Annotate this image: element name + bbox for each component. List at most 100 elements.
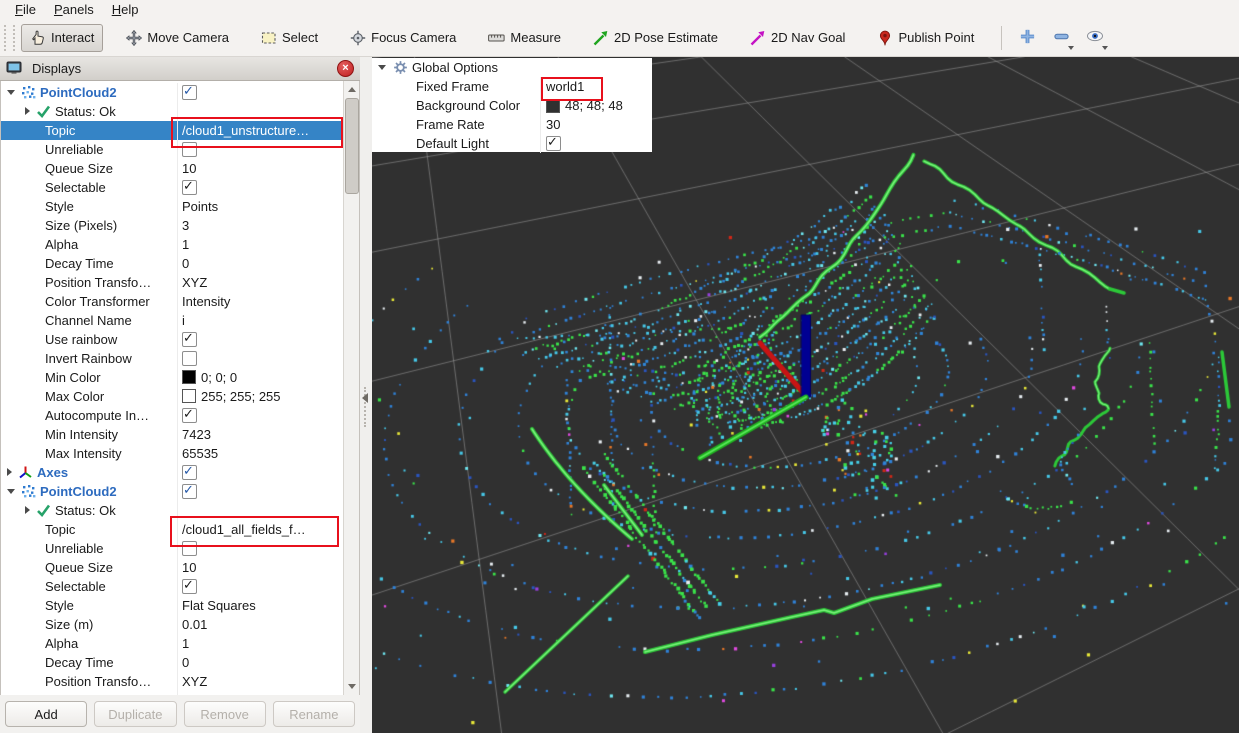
row-value-cell[interactable]: 10 xyxy=(177,558,344,577)
toolbar-grip[interactable] xyxy=(4,25,15,51)
duplicate-button[interactable]: Duplicate xyxy=(94,701,176,727)
tree-row-status-ok[interactable]: Status: Ok xyxy=(1,501,344,520)
tree-row-position-transfo-[interactable]: Position Transfo…XYZ xyxy=(1,273,344,292)
tool-add-tool-button[interactable] xyxy=(1014,25,1040,51)
tree-row-queue-size[interactable]: Queue Size10 xyxy=(1,159,344,178)
row-value-cell[interactable] xyxy=(177,539,344,558)
tool-pose-estimate[interactable]: 2D Pose Estimate xyxy=(584,24,727,52)
property-value[interactable]: 0.01 xyxy=(182,617,207,632)
tree-row-alpha[interactable]: Alpha1 xyxy=(1,634,344,653)
scroll-up-button[interactable] xyxy=(344,82,359,97)
global-options-header[interactable]: Global Options xyxy=(372,58,652,77)
dropdown-caret-icon[interactable] xyxy=(1102,46,1108,50)
property-value[interactable]: 1 xyxy=(182,636,189,651)
expanded-arrow-icon[interactable] xyxy=(7,489,15,494)
property-value[interactable]: 10 xyxy=(182,161,196,176)
row-value-cell[interactable]: 0; 0; 0 xyxy=(177,368,344,387)
global-option-fixed-frame[interactable]: Fixed Frameworld1 xyxy=(372,77,652,96)
global-option-default-light[interactable]: Default Light xyxy=(372,134,652,153)
row-value-cell[interactable] xyxy=(177,406,344,425)
tree-row-pointcloud2[interactable]: PointCloud2 xyxy=(1,482,344,501)
collapsed-arrow-icon[interactable] xyxy=(25,506,30,514)
property-value[interactable]: 65535 xyxy=(182,446,218,461)
row-value-cell[interactable] xyxy=(540,134,652,153)
color-value[interactable]: 0; 0; 0 xyxy=(201,370,237,385)
checkbox-checked[interactable] xyxy=(182,180,197,195)
tree-row-selectable[interactable]: Selectable xyxy=(1,178,344,197)
tree-row-alpha[interactable]: Alpha1 xyxy=(1,235,344,254)
checkbox-unchecked[interactable] xyxy=(182,142,197,157)
property-value[interactable]: 1 xyxy=(182,237,189,252)
checkbox-checked[interactable] xyxy=(182,465,197,480)
row-value-cell[interactable]: 1 xyxy=(177,634,344,653)
checkbox-unchecked[interactable] xyxy=(182,351,197,366)
property-value[interactable]: 30 xyxy=(546,117,560,132)
dropdown-caret-icon[interactable] xyxy=(1068,46,1074,50)
property-value[interactable]: 0 xyxy=(182,655,189,670)
property-value[interactable]: i xyxy=(182,313,185,328)
tool-select[interactable]: Select xyxy=(252,24,327,52)
scrollbar-thumb[interactable] xyxy=(345,98,359,194)
rename-button[interactable]: Rename xyxy=(273,701,355,727)
row-value-cell[interactable] xyxy=(177,102,344,121)
expanded-arrow-icon[interactable] xyxy=(378,65,386,70)
tool-nav-goal[interactable]: 2D Nav Goal xyxy=(741,24,854,52)
tree-row-min-color[interactable]: Min Color0; 0; 0 xyxy=(1,368,344,387)
add-button[interactable]: Add xyxy=(5,701,87,727)
tree-row-topic[interactable]: Topic/cloud1_unstructure… xyxy=(1,121,344,140)
collapsed-arrow-icon[interactable] xyxy=(25,107,30,115)
tree-row-autocompute-in-[interactable]: Autocompute In… xyxy=(1,406,344,425)
property-value[interactable]: 7423 xyxy=(182,427,211,442)
collapse-panel-icon[interactable] xyxy=(362,393,368,403)
row-value-cell[interactable]: Intensity xyxy=(177,292,344,311)
tree-row-style[interactable]: StyleFlat Squares xyxy=(1,596,344,615)
tree-row-queue-size[interactable]: Queue Size10 xyxy=(1,558,344,577)
property-value[interactable]: XYZ xyxy=(182,674,207,689)
displays-panel-titlebar[interactable]: Displays × xyxy=(0,57,360,81)
row-value-cell[interactable]: 30 xyxy=(540,115,652,134)
property-value[interactable]: 10 xyxy=(182,560,196,575)
tree-row-selectable[interactable]: Selectable xyxy=(1,577,344,596)
row-value-cell[interactable] xyxy=(177,349,344,368)
color-swatch[interactable] xyxy=(182,370,196,384)
remove-button[interactable]: Remove xyxy=(184,701,266,727)
tool-measure[interactable]: Measure xyxy=(479,24,570,52)
property-value[interactable]: /cloud1_unstructure… xyxy=(182,123,309,138)
viewport-canvas[interactable] xyxy=(372,57,1239,733)
tree-row-axes[interactable]: Axes xyxy=(1,463,344,482)
collapsed-arrow-icon[interactable] xyxy=(7,468,12,476)
row-value-cell[interactable]: /cloud1_all_fields_f… xyxy=(177,520,344,539)
row-value-cell[interactable] xyxy=(177,140,344,159)
tool-focus-camera[interactable]: Focus Camera xyxy=(341,24,465,52)
property-value[interactable]: Points xyxy=(182,199,218,214)
tree-row-color-transfo-[interactable]: Color Transfo…Intensity xyxy=(1,691,344,695)
row-value-cell[interactable]: XYZ xyxy=(177,273,344,292)
tree-row-position-transfo-[interactable]: Position Transfo…XYZ xyxy=(1,672,344,691)
expanded-arrow-icon[interactable] xyxy=(7,90,15,95)
row-value-cell[interactable]: world1 xyxy=(540,77,652,96)
checkbox-checked[interactable] xyxy=(182,579,197,594)
color-swatch[interactable] xyxy=(182,389,196,403)
property-value[interactable]: /cloud1_all_fields_f… xyxy=(182,522,306,537)
tree-row-max-color[interactable]: Max Color255; 255; 255 xyxy=(1,387,344,406)
row-value-cell[interactable] xyxy=(177,463,344,482)
tree-row-pointcloud2[interactable]: PointCloud2 xyxy=(1,83,344,102)
tool-tool-visibility-button[interactable] xyxy=(1082,25,1108,51)
row-value-cell[interactable]: /cloud1_unstructure… xyxy=(177,121,344,140)
global-option-frame-rate[interactable]: Frame Rate30 xyxy=(372,115,652,134)
tree-row-unreliable[interactable]: Unreliable xyxy=(1,539,344,558)
tree-row-decay-time[interactable]: Decay Time0 xyxy=(1,254,344,273)
row-value-cell[interactable]: 0 xyxy=(177,653,344,672)
color-value[interactable]: 48; 48; 48 xyxy=(565,98,623,113)
tree-row-topic[interactable]: Topic/cloud1_all_fields_f… xyxy=(1,520,344,539)
checkbox-checked[interactable] xyxy=(182,408,197,423)
checkbox-checked[interactable] xyxy=(546,136,561,151)
tree-row-status-ok[interactable]: Status: Ok xyxy=(1,102,344,121)
row-value-cell[interactable]: 10 xyxy=(177,159,344,178)
row-value-cell[interactable] xyxy=(177,501,344,520)
tree-row-color-transformer[interactable]: Color TransformerIntensity xyxy=(1,292,344,311)
checkbox-checked[interactable] xyxy=(182,332,197,347)
checkbox-checked[interactable] xyxy=(182,85,197,100)
row-value-cell[interactable] xyxy=(177,83,344,102)
row-value-cell[interactable]: 48; 48; 48 xyxy=(540,96,652,115)
